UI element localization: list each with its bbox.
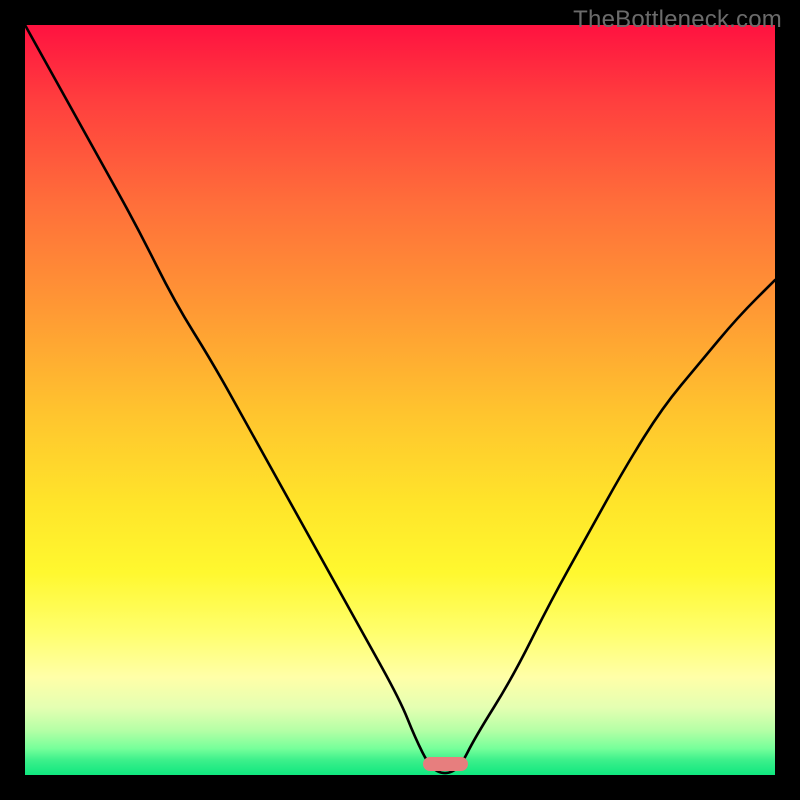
watermark-text: TheBottleneck.com [573, 6, 782, 34]
curve-svg [25, 25, 775, 775]
chart-frame: TheBottleneck.com [0, 0, 800, 800]
bottleneck-curve [25, 25, 775, 773]
plot-area [25, 25, 775, 775]
optimum-marker [423, 757, 468, 771]
